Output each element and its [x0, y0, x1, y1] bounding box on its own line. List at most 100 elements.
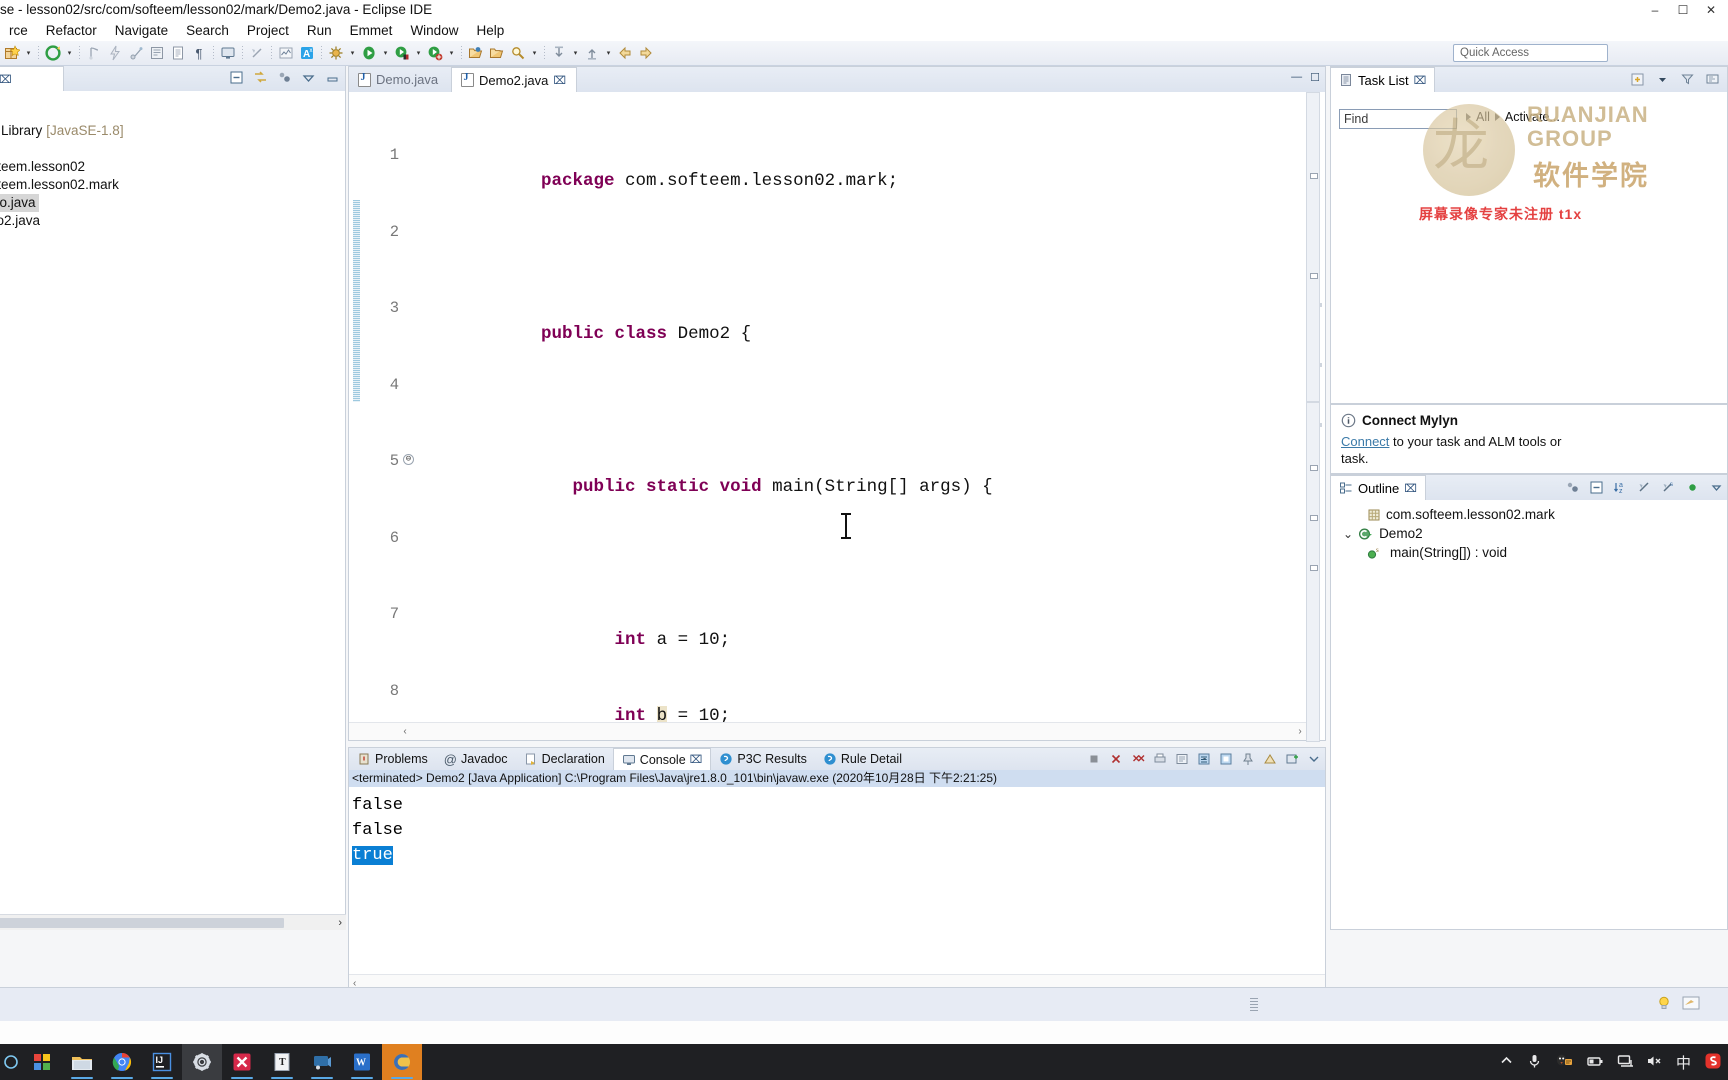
view-menu-icon[interactable]	[300, 69, 317, 86]
network-icon[interactable]	[1617, 1054, 1633, 1071]
console-output[interactable]: false false true	[349, 787, 1325, 974]
tab-rule-detail[interactable]: Rule Detail	[815, 748, 910, 770]
tab-task-list[interactable]: Task List ⌧	[1331, 67, 1436, 92]
menu-navigate[interactable]: Navigate	[106, 20, 177, 41]
open-resource-icon[interactable]	[487, 43, 507, 64]
tasklist-dropdown-arrow[interactable]	[1654, 71, 1671, 88]
outline-item-method-main[interactable]: s main(String[]) : void	[1331, 543, 1727, 562]
tree-item-demo-java[interactable]: Demo.java	[0, 194, 345, 212]
taskbar-file-explorer[interactable]	[62, 1044, 102, 1080]
tree-item-package-lesson02[interactable]: n.softeem.lesson02	[0, 158, 345, 176]
microphone-icon[interactable]	[1527, 1053, 1542, 1072]
scroll-left-arrow[interactable]: ‹	[397, 723, 413, 740]
folded-view-strip-top[interactable]	[1306, 92, 1320, 402]
run-dropdown-arrow[interactable]: ▾	[380, 43, 391, 64]
view-menu-icon[interactable]	[1708, 479, 1725, 496]
maximize-button[interactable]: ☐	[1670, 1, 1696, 18]
terminate-icon[interactable]	[1085, 750, 1102, 767]
expand-arrow-icon-2[interactable]	[1494, 113, 1500, 121]
editor-hscrollbar[interactable]: ‹ ›	[349, 722, 1308, 740]
scrollbar-thumb[interactable]	[0, 918, 284, 928]
menu-refactor[interactable]: Refactor	[37, 20, 106, 41]
menu-source[interactable]: rce	[0, 20, 37, 41]
console-icon[interactable]	[218, 43, 238, 64]
export-icon[interactable]	[126, 43, 146, 64]
run-external-icon[interactable]	[105, 43, 125, 64]
fold-toggle-icon[interactable]: ⊖	[403, 454, 414, 465]
taskbar-wps-office[interactable]: W	[342, 1044, 382, 1080]
next-dropdown-arrow[interactable]: ▾	[570, 43, 581, 64]
pin-console-icon[interactable]	[1239, 750, 1256, 767]
debug-dropdown-arrow[interactable]: ▾	[347, 43, 358, 64]
package-explorer-hscrollbar[interactable]: ›	[0, 914, 346, 930]
close-button[interactable]: ✕	[1698, 1, 1724, 18]
minimize-editor-icon[interactable]: —	[1291, 71, 1302, 84]
close-icon[interactable]: ⌧	[553, 74, 566, 87]
close-icon[interactable]: ⌧	[1414, 74, 1427, 87]
scroll-lock-icon[interactable]	[1217, 750, 1234, 767]
taskbar-eclipse-ide[interactable]	[382, 1044, 422, 1080]
debug-icon[interactable]	[326, 43, 346, 64]
code-editor[interactable]: 1 package com.softeem.lesson02.mark; 2 3p…	[349, 92, 1325, 740]
taskbar-intellij-idea[interactable]: IJ	[142, 1044, 182, 1080]
save-icon[interactable]	[43, 43, 63, 64]
view-menu-dots-icon[interactable]	[276, 69, 293, 86]
document-icon[interactable]	[168, 43, 188, 64]
word-wrap-icon[interactable]	[1195, 750, 1212, 767]
mylyn-connect-link[interactable]: Connect	[1341, 434, 1389, 449]
tree-item-jre-library[interactable]: stem Library [JavaSE-1.8]	[0, 122, 345, 140]
forward-icon[interactable]	[636, 43, 656, 64]
editor-tab-demo2-java[interactable]: Demo2.java ⌧	[451, 67, 577, 92]
close-icon[interactable]: ⌧	[0, 73, 12, 86]
activate-link[interactable]: Activate...	[1505, 110, 1560, 124]
tab-console[interactable]: Console ⌧	[612, 748, 712, 770]
profile-icon[interactable]	[425, 43, 445, 64]
open-type-icon[interactable]	[466, 43, 486, 64]
taskbar-start-button[interactable]	[22, 1044, 62, 1080]
outline-item-class-demo2[interactable]: ⌄ Demo2	[1331, 524, 1727, 543]
sogou-input-icon[interactable]	[1704, 1052, 1722, 1073]
prev-annotation-icon[interactable]	[582, 43, 602, 64]
restore-icon[interactable]	[1310, 515, 1318, 521]
display-selected-icon[interactable]	[1261, 750, 1278, 767]
taskbar-edge[interactable]	[0, 1044, 22, 1080]
coverage-icon[interactable]	[392, 43, 412, 64]
debug-step-icon[interactable]	[84, 43, 104, 64]
hide-fields-icon[interactable]	[1636, 479, 1653, 496]
filter-icon[interactable]	[1679, 71, 1696, 88]
hide-nonpublic-icon[interactable]	[1684, 479, 1701, 496]
taskbar-xmind[interactable]	[222, 1044, 262, 1080]
new-dropdown-arrow[interactable]: ▾	[23, 43, 34, 64]
tree-item-demo2-java[interactable]: Demo2.java	[0, 212, 345, 230]
search-icon[interactable]	[508, 43, 528, 64]
close-icon[interactable]: ⌧	[690, 753, 703, 766]
show-hidden-icons[interactable]	[1499, 1053, 1514, 1071]
minimize-view-icon[interactable]	[324, 69, 341, 86]
print-console-icon[interactable]	[1151, 750, 1168, 767]
editor-tab-demo-java[interactable]: Demo.java	[349, 67, 449, 92]
ime-chinese-icon[interactable]: 中	[1676, 1052, 1691, 1073]
tab-javadoc[interactable]: @ Javadoc	[436, 748, 516, 770]
hide-static-icon[interactable]: s	[1660, 479, 1677, 496]
taskbar-google-chrome[interactable]	[102, 1044, 142, 1080]
qq-icon[interactable]	[1555, 1053, 1573, 1072]
menu-run[interactable]: Run	[298, 20, 341, 41]
new-wizard-icon[interactable]	[2, 43, 22, 64]
menu-help[interactable]: Help	[467, 20, 513, 41]
tab-outline[interactable]: Outline ⌧	[1331, 475, 1426, 500]
collapse-all-icon[interactable]	[1588, 479, 1605, 496]
minimize-button[interactable]: –	[1642, 1, 1668, 18]
menu-window[interactable]: Window	[401, 20, 467, 41]
taskbar-text-editor[interactable]: T	[262, 1044, 302, 1080]
console-menu-icon[interactable]	[1305, 750, 1322, 767]
menu-search[interactable]: Search	[177, 20, 238, 41]
link-break-icon[interactable]	[247, 43, 267, 64]
save-dropdown-arrow[interactable]: ▾	[64, 43, 75, 64]
tab-package-explorer[interactable]: lorer ⌧	[0, 66, 64, 91]
task-find-input[interactable]: Find	[1339, 109, 1457, 129]
remove-all-icon[interactable]	[1129, 750, 1146, 767]
restore-icon[interactable]	[1310, 273, 1318, 279]
prev-dropdown-arrow[interactable]: ▾	[603, 43, 614, 64]
taskbar-settings-gear[interactable]	[182, 1044, 222, 1080]
tab-declaration[interactable]: Declaration	[516, 748, 613, 770]
